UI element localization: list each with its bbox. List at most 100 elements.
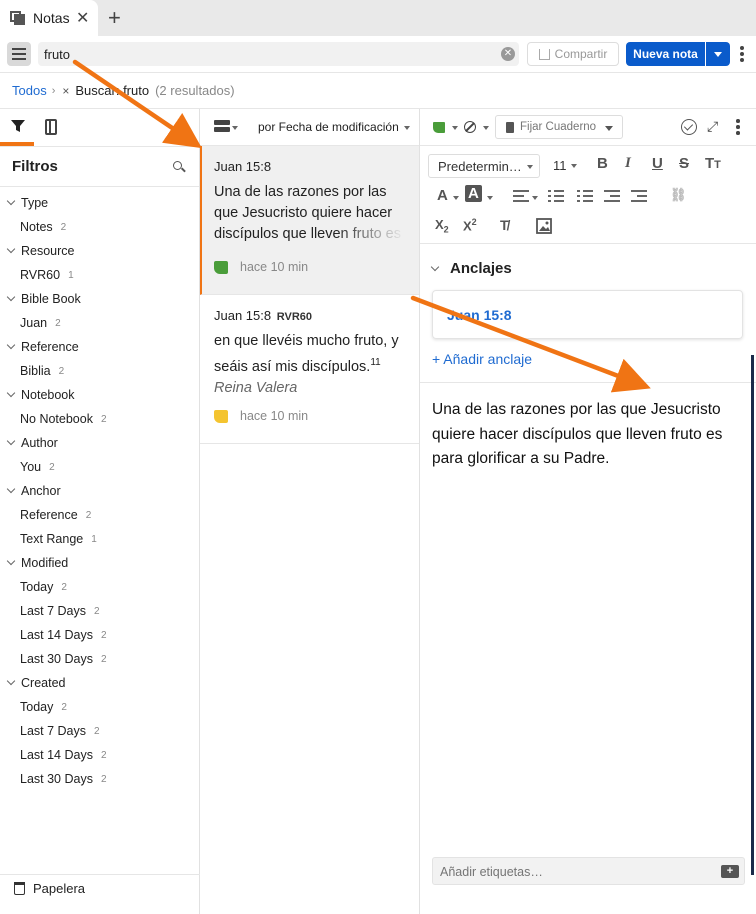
note-time: hace 10 min: [240, 260, 309, 274]
filter-funnel-icon[interactable]: [10, 118, 26, 134]
filter-item[interactable]: Last 7 Days 2: [0, 719, 199, 743]
sort-caret-icon[interactable]: [404, 126, 410, 130]
filter-group-label: Type: [21, 196, 49, 210]
highlight-caret-icon[interactable]: [487, 196, 493, 200]
note-title: Juan 15:8 RVR60: [214, 308, 405, 323]
highlight-icon[interactable]: A: [465, 185, 482, 202]
filter-group-created[interactable]: Created: [0, 671, 199, 695]
filter-item[interactable]: Notes 2: [0, 215, 199, 239]
filter-item[interactable]: Last 30 Days 2: [0, 767, 199, 791]
filter-item[interactable]: Last 14 Days 2: [0, 743, 199, 767]
filter-item-count: 2: [100, 773, 107, 785]
align-caret-icon[interactable]: [532, 196, 538, 200]
chevron-down-icon: [6, 388, 16, 398]
filter-item[interactable]: Reference 2: [0, 503, 199, 527]
sort-dropdown[interactable]: por Fecha de modificación: [258, 120, 399, 134]
anchors-header[interactable]: Anclajes: [430, 260, 512, 277]
result-count: (2 resultados): [155, 83, 235, 98]
chevron-down-icon: [6, 292, 16, 302]
expand-icon[interactable]: ⤢: [707, 119, 721, 133]
sidebar-tabs: [0, 109, 199, 147]
trash-button[interactable]: Papelera: [0, 874, 200, 902]
filter-item[interactable]: No Notebook 2: [0, 407, 199, 431]
anchors-section: Anclajes Juan 15:8 + Añadir anclaje: [420, 244, 756, 383]
filter-item[interactable]: Last 7 Days 2: [0, 599, 199, 623]
style-caret-icon[interactable]: [483, 126, 489, 130]
chevron-down-icon: [6, 244, 16, 254]
color-caret-icon[interactable]: [452, 126, 458, 130]
strikethrough-icon[interactable]: S: [679, 155, 689, 172]
filter-group-resource[interactable]: Resource: [0, 239, 199, 263]
filter-group-type[interactable]: Type: [0, 191, 199, 215]
new-note-button[interactable]: Nueva nota: [626, 42, 705, 66]
font-size-caret-icon[interactable]: [571, 164, 577, 168]
underline-icon[interactable]: U: [652, 155, 663, 172]
text-case-icon[interactable]: TT: [705, 155, 721, 172]
notes-icon: [10, 11, 26, 25]
no-style-icon[interactable]: [464, 121, 476, 133]
pin-notebook-select[interactable]: Fijar Cuaderno: [495, 115, 623, 139]
new-note-dropdown-button[interactable]: [706, 42, 730, 66]
tab-notas[interactable]: Notas ✕: [0, 0, 98, 36]
close-icon[interactable]: ✕: [76, 8, 89, 28]
filter-item-count: 2: [60, 221, 67, 233]
add-tag-icon[interactable]: +: [721, 865, 739, 878]
image-icon[interactable]: [536, 218, 552, 234]
filter-item-label: Biblia: [20, 364, 51, 378]
filter-group-label: Notebook: [21, 388, 75, 402]
check-circle-icon[interactable]: [681, 119, 697, 135]
filter-item[interactable]: RVR60 1: [0, 263, 199, 287]
view-caret-icon[interactable]: [232, 126, 238, 130]
search-icon[interactable]: [173, 160, 185, 173]
add-anchor-link[interactable]: + Añadir anclaje: [432, 351, 532, 367]
filter-item[interactable]: Today 2: [0, 575, 199, 599]
clear-format-icon[interactable]: T̸: [500, 217, 509, 233]
filter-item-label: RVR60: [20, 268, 61, 282]
filter-group-author[interactable]: Author: [0, 431, 199, 455]
filter-item[interactable]: Today 2: [0, 695, 199, 719]
remove-search-icon[interactable]: ×: [62, 84, 69, 98]
filter-list: Type Notes 2 Resource RVR60 1 Bible Book Juan 2 R…: [0, 187, 199, 791]
superscript-icon[interactable]: X2: [463, 217, 477, 233]
subscript-icon[interactable]: X2: [435, 217, 449, 235]
filter-group-reference[interactable]: Reference: [0, 335, 199, 359]
note-body-text[interactable]: Una de las razones por las que Jesucrist…: [432, 398, 747, 472]
view-mode-icon[interactable]: [214, 120, 230, 132]
filter-group-modified[interactable]: Modified: [0, 551, 199, 575]
clear-search-icon[interactable]: ✕: [501, 47, 515, 61]
anchor-reference-link[interactable]: Juan 15:8: [432, 290, 743, 339]
more-options-icon[interactable]: [736, 119, 740, 137]
note-card[interactable]: Juan 15:8 RVR60 en que llevéis mucho fru…: [200, 295, 419, 444]
note-card[interactable]: Juan 15:8 Una de las razones por las que…: [200, 146, 419, 295]
breadcrumb-all-link[interactable]: Todos: [12, 83, 47, 98]
font-color-caret-icon[interactable]: [453, 196, 459, 200]
filters-sidebar: Filtros Type Notes 2 Resource RVR60 1 Bible Bo…: [0, 109, 200, 914]
filter-group-notebook[interactable]: Notebook: [0, 383, 199, 407]
font-family-select[interactable]: Predetermin…: [428, 154, 540, 178]
chevron-down-icon: [6, 196, 16, 206]
filter-item[interactable]: Juan 2: [0, 311, 199, 335]
link-icon[interactable]: ⛓: [670, 187, 687, 203]
search-input[interactable]: [44, 45, 484, 63]
filter-item[interactable]: Biblia 2: [0, 359, 199, 383]
filter-item-label: Last 14 Days: [20, 748, 93, 762]
note-title-text: Juan 15:8: [214, 308, 272, 323]
filter-item-label: Today: [20, 700, 54, 714]
filter-group-bible-book[interactable]: Bible Book: [0, 287, 199, 311]
filter-item[interactable]: Text Range 1: [0, 527, 199, 551]
share-button[interactable]: Compartir: [527, 42, 619, 66]
filter-group-anchor[interactable]: Anchor: [0, 479, 199, 503]
font-size-select[interactable]: 11: [553, 158, 567, 173]
note-color-picker-icon[interactable]: [433, 122, 445, 133]
add-tab-icon[interactable]: +: [108, 5, 121, 31]
filter-item[interactable]: Last 30 Days 2: [0, 647, 199, 671]
notebook-icon[interactable]: [45, 119, 57, 135]
bold-icon[interactable]: B: [597, 155, 608, 172]
hamburger-menu-button[interactable]: [7, 42, 31, 66]
italic-icon[interactable]: I: [625, 155, 631, 172]
filter-item[interactable]: Last 14 Days 2: [0, 623, 199, 647]
tags-input[interactable]: [440, 863, 690, 881]
font-color-icon[interactable]: A: [437, 187, 448, 204]
filter-item[interactable]: You 2: [0, 455, 199, 479]
more-options-icon[interactable]: [740, 46, 744, 64]
